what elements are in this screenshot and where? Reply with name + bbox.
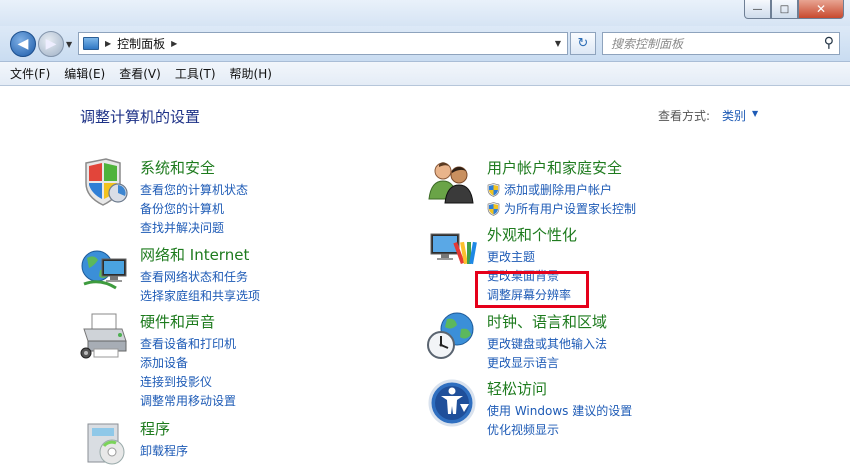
search-box: ⚲: [602, 32, 840, 55]
link-add-device[interactable]: 添加设备: [140, 353, 236, 372]
link-change-theme[interactable]: 更改主题: [487, 247, 571, 266]
link-add-remove-accounts[interactable]: 添加或删除用户帐户: [487, 180, 636, 199]
link-label[interactable]: 添加或删除用户帐户: [504, 181, 612, 198]
search-input[interactable]: [611, 36, 816, 51]
printer-icon[interactable]: [80, 311, 130, 361]
clock-globe-icon[interactable]: [427, 311, 477, 361]
arrow-left-icon: ◀: [17, 36, 29, 52]
arrow-right-icon: ▶: [45, 36, 57, 52]
view-by-label: 查看方式:: [658, 109, 711, 123]
appearance-icon[interactable]: [427, 224, 477, 274]
address-toolbar: ◀ ▶ ▼ ▶ 控制面板 ▶ ▼ ↻ ⚲: [0, 26, 850, 62]
category-links: 更改键盘或其他输入法 更改显示语言: [487, 334, 607, 372]
link-mobility-settings[interactable]: 调整常用移动设置: [140, 391, 236, 410]
category-title[interactable]: 程序: [140, 418, 170, 439]
search-icon[interactable]: ⚲: [824, 35, 834, 51]
category-title[interactable]: 硬件和声音: [140, 311, 215, 332]
link-connect-projector[interactable]: 连接到投影仪: [140, 372, 236, 391]
link-uninstall-program[interactable]: 卸载程序: [140, 441, 188, 460]
link-change-keyboard-input[interactable]: 更改键盘或其他输入法: [487, 334, 607, 353]
category-links: 使用 Windows 建议的设置 优化视频显示: [487, 401, 632, 439]
link-optimize-video-display[interactable]: 优化视频显示: [487, 420, 632, 439]
link-parental-controls[interactable]: 为所有用户设置家长控制: [487, 199, 636, 218]
link-label[interactable]: 为所有用户设置家长控制: [504, 200, 636, 217]
link-view-computer-status[interactable]: 查看您的计算机状态: [140, 180, 248, 199]
category-title[interactable]: 网络和 Internet: [140, 244, 249, 265]
uac-shield-icon: [487, 182, 500, 197]
category-links: 查看您的计算机状态 备份您的计算机 查找并解决问题: [140, 180, 248, 237]
link-view-network-status[interactable]: 查看网络状态和任务: [140, 267, 260, 286]
category-title[interactable]: 时钟、语言和区域: [487, 311, 607, 332]
link-backup-computer[interactable]: 备份您的计算机: [140, 199, 248, 218]
menu-help[interactable]: 帮助(H): [230, 65, 272, 82]
category-links: 查看设备和打印机 添加设备 连接到投影仪 调整常用移动设置: [140, 334, 236, 410]
highlight-annotation: [475, 271, 589, 308]
programs-icon[interactable]: [80, 418, 130, 466]
link-change-display-language[interactable]: 更改显示语言: [487, 353, 607, 372]
category-title[interactable]: 外观和个性化: [487, 224, 577, 245]
page-title: 调整计算机的设置: [80, 108, 201, 126]
menu-bar: 文件(F) 编辑(E) 查看(V) 工具(T) 帮助(H): [0, 62, 850, 86]
dropdown-arrow-icon[interactable]: ▼: [752, 109, 758, 118]
breadcrumb-control-panel[interactable]: 控制面板: [117, 35, 165, 52]
network-icon[interactable]: [80, 244, 130, 294]
control-panel-icon: [83, 37, 99, 50]
uac-shield-icon: [487, 201, 500, 216]
menu-tools[interactable]: 工具(T): [175, 65, 216, 82]
back-button[interactable]: ◀: [10, 31, 36, 57]
users-icon[interactable]: [427, 157, 477, 207]
category-links: 卸载程序: [140, 441, 188, 460]
menu-edit[interactable]: 编辑(E): [64, 65, 105, 82]
forward-button[interactable]: ▶: [38, 31, 64, 57]
category-links: 查看网络状态和任务 选择家庭组和共享选项: [140, 267, 260, 305]
view-by-dropdown[interactable]: 类别: [722, 107, 746, 124]
category-links: 添加或删除用户帐户 为所有用户设置家长控制: [487, 180, 636, 218]
recent-pages-dropdown[interactable]: ▼: [66, 40, 72, 49]
minimize-button[interactable]: —: [744, 0, 771, 19]
breadcrumb-arrow-icon[interactable]: ▶: [171, 39, 177, 48]
link-view-devices-printers[interactable]: 查看设备和打印机: [140, 334, 236, 353]
link-homegroup-sharing[interactable]: 选择家庭组和共享选项: [140, 286, 260, 305]
breadcrumb-arrow-icon[interactable]: ▶: [105, 39, 111, 48]
refresh-icon: ↻: [577, 36, 589, 51]
shield-icon[interactable]: [80, 157, 130, 207]
maximize-button[interactable]: □: [771, 0, 798, 19]
link-find-fix-problems[interactable]: 查找并解决问题: [140, 218, 248, 237]
category-title[interactable]: 系统和安全: [140, 157, 215, 178]
category-title[interactable]: 用户帐户和家庭安全: [487, 157, 622, 178]
close-button[interactable]: ✕: [798, 0, 844, 19]
menu-file[interactable]: 文件(F): [10, 65, 50, 82]
accessibility-icon[interactable]: [427, 378, 477, 428]
link-windows-suggested-settings[interactable]: 使用 Windows 建议的设置: [487, 401, 632, 420]
title-bar: — □ ✕: [0, 0, 850, 26]
category-title[interactable]: 轻松访问: [487, 378, 547, 399]
content-area: 调整计算机的设置 查看方式: 类别 ▼ 系统和安全 查看您的计算机状态 备份您的…: [0, 87, 850, 466]
menu-view[interactable]: 查看(V): [119, 65, 161, 82]
window-controls: — □ ✕: [744, 0, 844, 19]
address-bar[interactable]: ▶ 控制面板 ▶ ▼: [78, 32, 568, 55]
address-dropdown-icon[interactable]: ▼: [555, 39, 561, 48]
refresh-button[interactable]: ↻: [570, 32, 596, 55]
